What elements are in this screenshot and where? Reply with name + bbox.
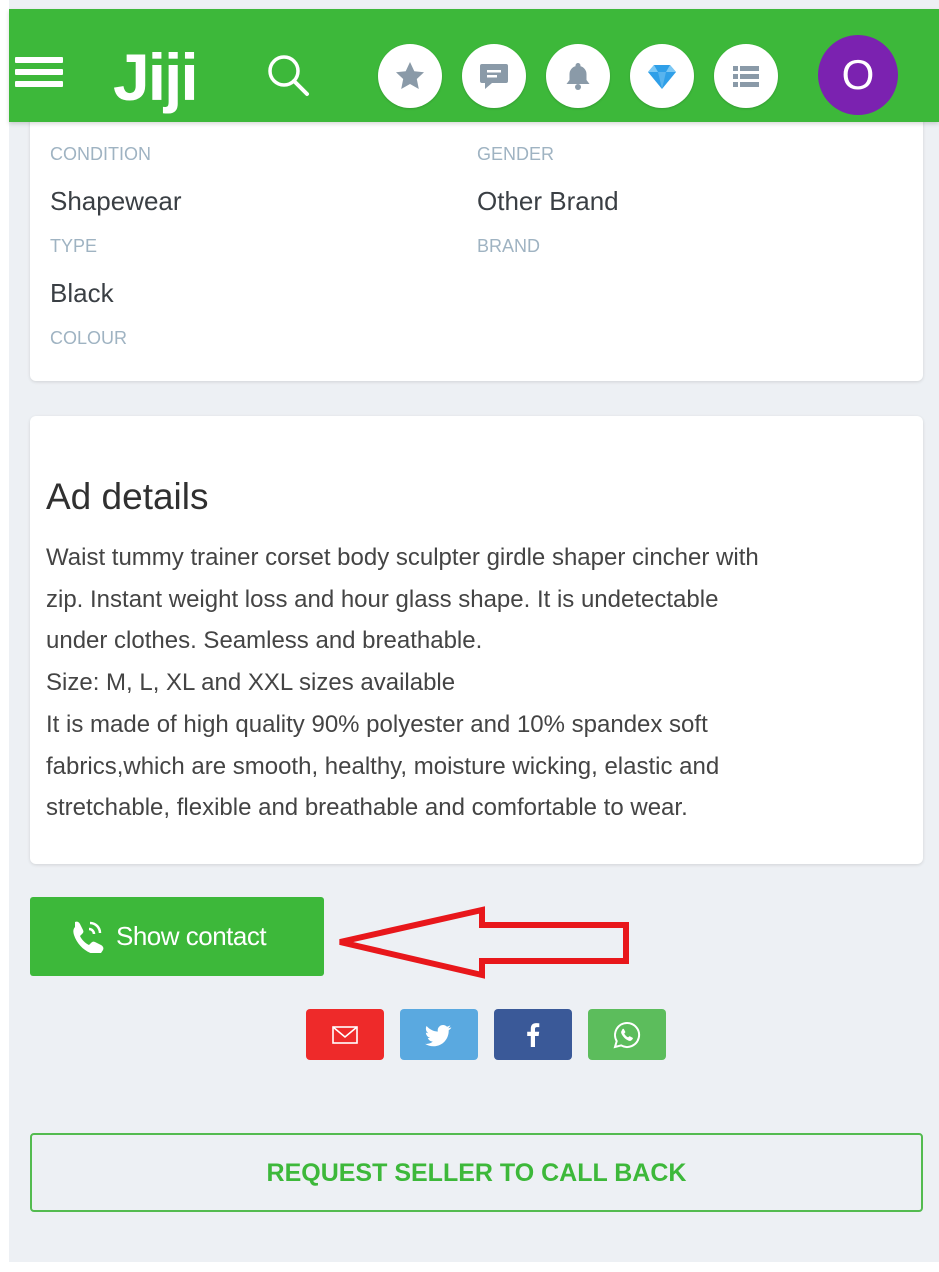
- attr-value-type: Shapewear: [50, 186, 182, 216]
- phone-icon: [73, 921, 104, 953]
- facebook-icon: [527, 1023, 540, 1047]
- description-line: Size: M, L, XL and XXL sizes available: [46, 669, 456, 697]
- attr-value-brand: Other Brand: [477, 186, 619, 216]
- attr-label-type: TYPE: [50, 236, 98, 256]
- ad-details-title: Ad details: [46, 476, 209, 517]
- top-bar: Jiji O: [9, 9, 939, 122]
- twitter-icon: [425, 1025, 452, 1047]
- favorites-button[interactable]: [378, 44, 442, 108]
- bottom-edge: [9, 1262, 939, 1272]
- list-icon: [733, 66, 759, 87]
- attr-value-colour: Black: [50, 278, 114, 308]
- star-icon: [396, 62, 424, 89]
- description-line: under clothes. Seamless and breathable.: [46, 627, 483, 655]
- hamburger-icon[interactable]: [15, 57, 63, 97]
- user-avatar[interactable]: O: [818, 35, 898, 115]
- description-line: zip. Instant weight loss and hour glass …: [46, 585, 719, 613]
- attributes-card: CONDITION Shapewear TYPE Black COLOUR GE…: [30, 110, 923, 381]
- ad-description: Waist tummy trainer corset body sculpter…: [46, 537, 906, 829]
- request-callback-button[interactable]: REQUEST SELLER TO CALL BACK: [30, 1133, 923, 1212]
- attr-label-condition: CONDITION: [50, 144, 151, 164]
- search-icon[interactable]: [265, 52, 311, 98]
- mail-icon: [332, 1026, 358, 1044]
- share-whatsapp-button[interactable]: [588, 1009, 666, 1060]
- messages-button[interactable]: [462, 44, 526, 108]
- attr-label-brand: BRAND: [477, 236, 541, 256]
- share-facebook-button[interactable]: [494, 1009, 572, 1060]
- left-border: [0, 0, 9, 1272]
- my-ads-button[interactable]: [714, 44, 778, 108]
- attr-label-gender: GENDER: [477, 144, 555, 164]
- diamond-icon: [648, 65, 676, 89]
- notifications-button[interactable]: [546, 44, 610, 108]
- share-email-button[interactable]: [306, 1009, 384, 1060]
- chat-icon: [480, 64, 508, 89]
- description-line: fabrics,which are smooth, healthy, moist…: [46, 752, 720, 780]
- show-contact-button[interactable]: Show contact: [30, 897, 324, 976]
- description-line: Waist tummy trainer corset body sculpter…: [46, 544, 759, 571]
- bell-icon: [566, 63, 590, 90]
- show-contact-label: Show contact: [116, 921, 267, 951]
- ad-details-card: Ad details Waist tummy trainer corset bo…: [30, 416, 923, 864]
- whatsapp-icon: [613, 1021, 641, 1049]
- description-line: It is made of high quality 90% polyester…: [46, 710, 708, 738]
- attr-label-colour: COLOUR: [50, 328, 128, 348]
- jiji-logo[interactable]: Jiji: [113, 31, 208, 123]
- premium-button[interactable]: [630, 44, 694, 108]
- red-arrow-annotation: [339, 906, 629, 979]
- description-line: stretchable, flexible and breathable and…: [46, 794, 688, 822]
- share-twitter-button[interactable]: [400, 1009, 478, 1060]
